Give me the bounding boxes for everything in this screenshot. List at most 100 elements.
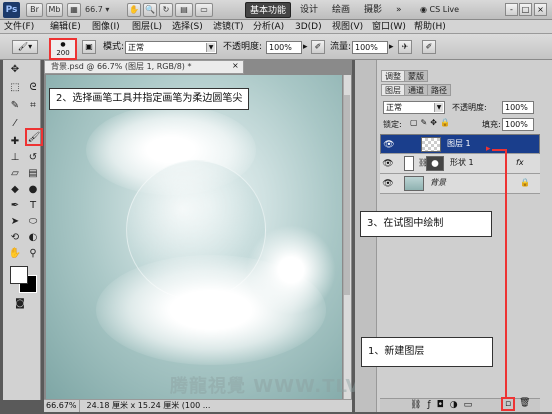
close-button[interactable]: × bbox=[534, 3, 547, 16]
menu-layer[interactable]: 图层(L) bbox=[132, 20, 162, 34]
menu-select[interactable]: 选择(S) bbox=[172, 20, 203, 34]
maximize-button[interactable]: □ bbox=[519, 3, 532, 16]
pressure-size-icon[interactable]: ✐ bbox=[422, 40, 436, 54]
add-style-icon[interactable]: ƒ bbox=[427, 400, 436, 410]
callout-step1: 1、新建图层 bbox=[361, 337, 493, 367]
opacity-dropdown-arrow[interactable]: ▸ bbox=[303, 41, 308, 54]
stamp-tool-icon[interactable]: ⊥ bbox=[7, 150, 23, 166]
workspace-painting[interactable]: 绘画 bbox=[328, 2, 354, 18]
layer-row-shape1[interactable]: 👁 ⛓ 形状 1 fx bbox=[380, 154, 540, 174]
tool-preset-picker[interactable]: 🖌▾ bbox=[12, 40, 38, 54]
new-group-icon[interactable]: ▭ bbox=[464, 400, 479, 410]
history-brush-tool-icon[interactable]: ↺ bbox=[25, 150, 41, 166]
lasso-tool-icon[interactable]: ᘓ bbox=[25, 80, 41, 96]
more-workspaces-button[interactable]: » bbox=[392, 2, 406, 18]
hand-tool-button[interactable]: ✋ bbox=[127, 3, 141, 17]
menu-view[interactable]: 视图(V) bbox=[332, 20, 363, 34]
view-extras-button[interactable]: ▦ bbox=[67, 3, 81, 17]
delete-layer-icon[interactable]: 🗑 bbox=[519, 398, 530, 408]
foreground-color-swatch[interactable] bbox=[10, 266, 28, 284]
crop-tool-icon[interactable]: ⌗ bbox=[25, 98, 41, 114]
opacity-input[interactable]: 100% bbox=[266, 41, 302, 54]
3d-camera-tool-icon[interactable]: ◐ bbox=[25, 230, 41, 246]
menu-file[interactable]: 文件(F) bbox=[4, 20, 34, 34]
fx-icon[interactable]: fx bbox=[516, 154, 524, 172]
tab-paths[interactable]: 路径 bbox=[427, 84, 451, 96]
add-mask-icon[interactable]: ◘ bbox=[437, 400, 450, 410]
blend-mode-select[interactable]: 正常 ▼ bbox=[383, 101, 445, 114]
workspace-essentials[interactable]: 基本功能 bbox=[245, 2, 292, 18]
pressure-opacity-icon[interactable]: ✐ bbox=[311, 40, 325, 54]
visibility-eye-icon[interactable]: 👁 bbox=[383, 139, 395, 151]
minimize-button[interactable]: - bbox=[505, 3, 518, 16]
quick-select-tool-icon[interactable]: ✎ bbox=[7, 98, 23, 114]
adjustment-layer-icon[interactable]: ◑ bbox=[450, 400, 464, 410]
document-size-status: 24.18 厘米 x 15.24 厘米 (100 ... bbox=[86, 401, 211, 410]
layer-row-background[interactable]: 👁 背景 🔒 bbox=[380, 174, 540, 194]
quick-mask-icon[interactable]: ◙ bbox=[12, 296, 28, 312]
layer-row-layer1[interactable]: 👁 图层 1 bbox=[380, 134, 540, 154]
marquee-tool-icon[interactable]: ⬚ bbox=[7, 80, 23, 96]
brush-panel-toggle-icon[interactable]: ▣ bbox=[82, 40, 96, 54]
menu-3d[interactable]: 3D(D) bbox=[295, 20, 322, 34]
3d-rotate-tool-icon[interactable]: ⟲ bbox=[7, 230, 23, 246]
workspace-design[interactable]: 设计 bbox=[296, 2, 322, 18]
flow-input[interactable]: 100% bbox=[352, 41, 388, 54]
visibility-eye-icon[interactable]: 👁 bbox=[382, 178, 394, 190]
vector-mask-thumbnail bbox=[426, 156, 444, 171]
menu-edit[interactable]: 编辑(E) bbox=[50, 20, 81, 34]
new-layer-button[interactable]: ▫ bbox=[501, 397, 515, 411]
lock-icons[interactable]: ▢✎✥🔒 bbox=[410, 118, 453, 127]
brush-preset-picker[interactable]: ● 200 bbox=[49, 38, 77, 60]
scrollbar-thumb[interactable] bbox=[344, 95, 350, 295]
move-tool-icon[interactable]: ✥ bbox=[7, 62, 23, 78]
healing-tool-icon[interactable]: ✚ bbox=[7, 134, 23, 150]
zoom-tool-button[interactable]: 🔍 bbox=[143, 3, 157, 17]
eyedropper-tool-icon[interactable]: ⁄ bbox=[7, 116, 23, 132]
visibility-eye-icon[interactable]: 👁 bbox=[382, 158, 394, 170]
link-layers-icon[interactable]: ⛓ bbox=[410, 400, 427, 410]
tab-masks[interactable]: 蒙版 bbox=[404, 70, 428, 82]
arrange-documents-button[interactable]: ▤ bbox=[175, 3, 193, 17]
path-select-tool-icon[interactable]: ➤ bbox=[7, 214, 23, 230]
blur-tool-icon[interactable]: ◆ bbox=[7, 182, 23, 198]
dodge-tool-icon[interactable]: ● bbox=[25, 182, 41, 198]
blend-mode-value: 正常 bbox=[386, 103, 402, 112]
airbrush-icon[interactable]: ✈ bbox=[398, 40, 412, 54]
bridge-button[interactable]: Br bbox=[26, 3, 43, 17]
cs-live-button[interactable]: ◉ CS Live bbox=[420, 2, 459, 18]
type-tool-icon[interactable]: T bbox=[25, 198, 41, 214]
tab-adjustments[interactable]: 调整 bbox=[381, 70, 405, 82]
zoom-status[interactable]: 66.67% bbox=[44, 400, 80, 412]
mode-select[interactable]: 正常 ▼ bbox=[125, 41, 217, 54]
mini-bridge-button[interactable]: Mb bbox=[46, 3, 63, 17]
layers-panel-footer: ⛓ƒ◘◑▭ bbox=[380, 398, 540, 412]
close-tab-icon[interactable]: × bbox=[232, 61, 239, 70]
gradient-tool-icon[interactable]: ▤ bbox=[25, 166, 41, 182]
menu-image[interactable]: 图像(I) bbox=[92, 20, 120, 34]
pen-tool-icon[interactable]: ✒ bbox=[7, 198, 23, 214]
hand-tool-icon[interactable]: ✋ bbox=[7, 246, 23, 262]
tab-layers[interactable]: 图层 bbox=[381, 84, 405, 96]
menu-help[interactable]: 帮助(H) bbox=[414, 20, 446, 34]
screen-mode-button[interactable]: ▭ bbox=[195, 3, 213, 17]
brush-tool-icon[interactable]: 🖌 bbox=[25, 128, 43, 146]
menu-filter[interactable]: 滤镜(T) bbox=[213, 20, 244, 34]
shape-tool-icon[interactable]: ⬭ bbox=[25, 214, 41, 230]
workspace-photography[interactable]: 摄影 bbox=[360, 2, 386, 18]
menu-analysis[interactable]: 分析(A) bbox=[253, 20, 284, 34]
fill-input[interactable]: 100% bbox=[502, 118, 534, 131]
rotate-view-button[interactable]: ↻ bbox=[159, 3, 173, 17]
canvas[interactable] bbox=[46, 75, 342, 399]
eraser-tool-icon[interactable]: ▱ bbox=[7, 166, 23, 182]
layer-thumbnail bbox=[404, 156, 414, 171]
opacity-label: 不透明度: bbox=[223, 42, 263, 52]
status-bar: 66.67% 24.18 厘米 x 15.24 厘米 (100 ... bbox=[44, 399, 352, 412]
layer-opacity-input[interactable]: 100% bbox=[502, 101, 534, 114]
document-tab[interactable]: 背景.psd @ 66.7% (图层 1, RGB/8) * bbox=[44, 60, 244, 74]
flow-dropdown-arrow[interactable]: ▸ bbox=[389, 41, 394, 54]
zoom-level-select[interactable]: 66.7 ▾ bbox=[85, 3, 125, 17]
tab-channels[interactable]: 通道 bbox=[404, 84, 428, 96]
menu-window[interactable]: 窗口(W) bbox=[372, 20, 406, 34]
zoom-tool-icon[interactable]: ⚲ bbox=[25, 246, 41, 262]
